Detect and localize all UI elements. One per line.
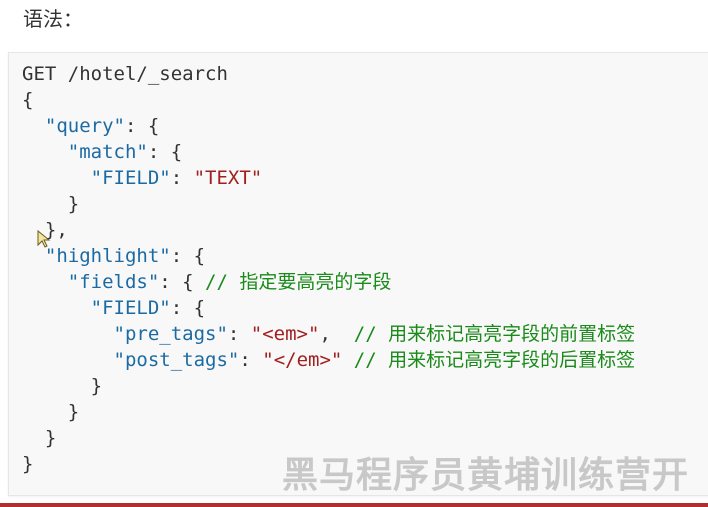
code-comment: // 用来标记高亮字段的后置标签 [353, 349, 636, 371]
code-key: "highlight" [44, 245, 171, 267]
code-punct: } [22, 193, 80, 215]
code-key: "FIELD" [90, 297, 171, 319]
mouse-pointer-icon [37, 230, 51, 248]
code-line: "post_tags": "</em>" // 用来标记高亮字段的后置标签 [22, 347, 636, 373]
code-punct [342, 349, 353, 371]
code-key: "query" [44, 115, 125, 137]
code-punct [22, 141, 68, 163]
code-line: "highlight": { [22, 243, 635, 269]
code-punct [22, 349, 114, 371]
code-block[interactable]: GET /hotel/_search{ "query": { "match": … [8, 52, 708, 496]
accent-bar [0, 503, 708, 507]
code-punct: , [319, 323, 354, 345]
code-line: } [22, 191, 635, 217]
code-line: "match": { [22, 139, 635, 165]
code-punct: : [170, 167, 194, 189]
code-punct [22, 245, 45, 267]
code-line: "FIELD": "TEXT" [22, 165, 635, 191]
code-string: "<em>" [250, 323, 320, 345]
code-punct: } [22, 375, 103, 397]
page: 语法： GET /hotel/_search{ "query": { "matc… [0, 0, 708, 507]
code-line: "pre_tags": "<em>", // 用来标记高亮字段的前置标签 [22, 321, 636, 347]
code-comment: // 用来标记高亮字段的前置标签 [353, 323, 636, 345]
code-punct: : { [124, 115, 160, 137]
code-punct: } [22, 401, 80, 423]
code-key: "match" [67, 141, 148, 163]
code-punct [22, 271, 68, 293]
code-key: "FIELD" [90, 167, 171, 189]
code-punct: : { [170, 245, 206, 267]
code-punct: : { [159, 271, 206, 293]
code-line: "query": { [22, 113, 635, 139]
code-line: }, [22, 217, 635, 243]
code-line: } [22, 373, 635, 399]
code-punct: } [22, 427, 57, 449]
code-string: "TEXT" [193, 167, 263, 189]
code-punct: : { [147, 141, 183, 163]
code-line: GET /hotel/_search [22, 61, 635, 87]
code-content: GET /hotel/_search{ "query": { "match": … [22, 61, 635, 477]
code-line: { [22, 87, 635, 113]
code-key: "fields" [67, 271, 160, 293]
code-string: "</em>" [262, 349, 343, 371]
code-line: "fields": { // 指定要高亮的字段 [22, 269, 635, 295]
code-line: "FIELD": { [22, 295, 635, 321]
code-punct: : [227, 323, 251, 345]
code-punct [22, 115, 45, 137]
code-punct: : { [170, 297, 206, 319]
code-punct [22, 297, 91, 319]
watermark: 黑马程序员黄埔训练营开 [282, 455, 690, 496]
code-key: "pre_tags" [113, 323, 228, 345]
code-line: } [22, 399, 635, 425]
code-key: "post_tags" [113, 349, 240, 371]
code-punct: GET /hotel/_search [22, 63, 228, 85]
code-punct: } [22, 453, 34, 475]
code-punct [22, 323, 114, 345]
code-punct: { [22, 89, 34, 111]
code-punct: : [239, 349, 263, 371]
code-punct [22, 167, 91, 189]
section-heading: 语法： [23, 7, 83, 31]
code-comment: // 指定要高亮的字段 [205, 271, 392, 293]
